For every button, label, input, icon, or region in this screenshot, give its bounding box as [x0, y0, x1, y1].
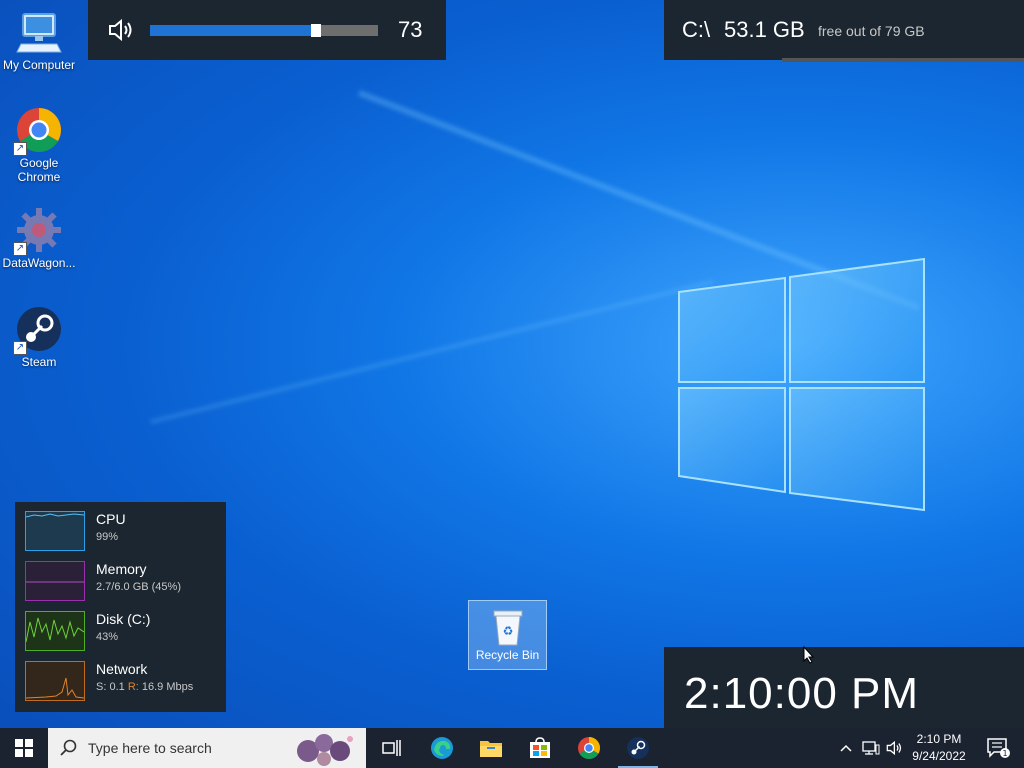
- task-view-icon: [382, 740, 401, 756]
- speaker-icon: [109, 18, 132, 42]
- volume-slider-fill: [150, 25, 316, 36]
- desktop-icon-my-computer[interactable]: My Computer: [1, 8, 77, 72]
- chrome-icon: [578, 737, 600, 759]
- store-icon: [530, 737, 550, 758]
- perf-title: Memory: [96, 561, 147, 577]
- desktop-icon-recycle-bin[interactable]: ♻ Recycle Bin: [468, 600, 547, 670]
- perf-item-cpu[interactable]: CPU 99%: [25, 511, 225, 553]
- notification-count: 1: [1002, 749, 1007, 758]
- shortcut-arrow-icon: ↗: [13, 341, 27, 355]
- volume-overlay: 73: [88, 0, 446, 60]
- start-button[interactable]: [0, 728, 48, 768]
- memory-graph: [25, 561, 85, 601]
- shortcut-arrow-icon: ↗: [13, 242, 27, 256]
- taskbar-clock[interactable]: 2:10 PM 9/24/2022: [904, 731, 974, 765]
- network-receive: 16.9 Mbps: [141, 681, 194, 693]
- notification-icon: 1: [987, 738, 1010, 758]
- taskbar-store-button[interactable]: [516, 728, 564, 768]
- taskbar-date: 9/24/2022: [912, 749, 966, 763]
- search-placeholder: Type here to search: [88, 740, 212, 756]
- computer-icon: [15, 8, 63, 56]
- windows-start-icon: [15, 739, 33, 757]
- perf-item-disk[interactable]: Disk (C:) 43%: [25, 611, 225, 653]
- search-box[interactable]: Type here to search: [48, 728, 366, 768]
- perf-title: Disk (C:): [96, 611, 151, 627]
- perf-value: 43%: [96, 631, 119, 643]
- network-tray-button[interactable]: [860, 728, 882, 768]
- shortcut-arrow-icon: ↗: [13, 142, 27, 156]
- taskbar-file-explorer-button[interactable]: [467, 728, 515, 768]
- network-send: S: 0.1: [96, 681, 125, 693]
- performance-widget: CPU 99% Memory 2.7/6.0 GB (45%) Disk (C:…: [15, 502, 226, 712]
- taskbar-time: 2:10 PM: [916, 732, 962, 746]
- recycle-bin-label: Recycle Bin: [475, 648, 540, 662]
- svg-text:♻: ♻: [502, 624, 513, 638]
- network-receive-label: R:: [127, 681, 139, 693]
- desktop-icon-label: Google Chrome: [17, 156, 61, 184]
- disk-graph: [25, 611, 85, 651]
- network-icon: [862, 741, 880, 755]
- light-beam: [150, 279, 714, 424]
- clock-time: 2:10:00 PM: [684, 669, 920, 718]
- cpu-graph: [25, 511, 85, 551]
- taskbar-chrome-button[interactable]: [565, 728, 613, 768]
- network-graph: [25, 661, 85, 701]
- perf-item-network[interactable]: Network S: 0.1 R: 16.9 Mbps: [25, 661, 225, 703]
- task-view-button[interactable]: [368, 728, 416, 768]
- mouse-cursor-icon: [803, 646, 815, 664]
- taskbar-edge-button[interactable]: [418, 728, 466, 768]
- disk-free-detail: free out of 79 GB: [818, 23, 925, 39]
- volume-value: 73: [398, 17, 423, 42]
- disk-space-overlay: C:\ 53.1 GB free out of 79 GB: [664, 0, 1024, 62]
- light-beam: [357, 90, 921, 311]
- desktop-icon-google-chrome[interactable]: ↗ Google Chrome: [1, 106, 77, 184]
- volume-slider-thumb[interactable]: [311, 24, 321, 37]
- taskbar: Type here to search 2:10 PM 9/24/2022 1: [0, 728, 1024, 768]
- search-highlight-illustration-icon: [297, 734, 353, 766]
- folder-icon: [480, 741, 502, 757]
- gear-icon: ↗: [13, 206, 63, 256]
- drive-letter: C:\: [682, 17, 711, 42]
- volume-slider[interactable]: [150, 24, 378, 37]
- taskbar-steam-button[interactable]: [614, 728, 662, 768]
- show-hidden-icons-button[interactable]: [836, 728, 856, 768]
- desktop-icon-label: DataWagon...: [2, 256, 76, 270]
- speaker-icon: [886, 740, 902, 756]
- desktop-icon-steam[interactable]: ↗ Steam: [1, 305, 77, 369]
- disk-free-value: 53.1 GB: [724, 17, 805, 42]
- action-center-button[interactable]: 1: [978, 728, 1018, 768]
- steam-icon: [627, 737, 649, 759]
- perf-value: 2.7/6.0 GB (45%): [96, 581, 181, 593]
- recycle-bin-icon: ♻: [493, 610, 522, 646]
- chevron-up-icon: [840, 744, 852, 752]
- perf-value: 99%: [96, 531, 119, 543]
- desktop-icon-datawagon[interactable]: ↗ DataWagon...: [1, 206, 77, 270]
- perf-title: CPU: [96, 511, 126, 527]
- chrome-icon: ↗: [13, 106, 63, 156]
- perf-title: Network: [96, 661, 148, 677]
- volume-tray-button[interactable]: [884, 728, 906, 768]
- perf-value: S: 0.1 R: 16.9 Mbps: [96, 681, 193, 693]
- perf-item-memory[interactable]: Memory 2.7/6.0 GB (45%): [25, 561, 225, 603]
- clock-overlay: 2:10:00 PM: [664, 647, 1024, 728]
- desktop-icon-label: My Computer: [2, 58, 76, 72]
- steam-icon: ↗: [13, 305, 63, 355]
- search-icon: [60, 739, 77, 756]
- edge-icon: [431, 737, 453, 759]
- desktop-icon-label: Steam: [21, 355, 57, 369]
- disk-usage-bar: [782, 58, 1024, 62]
